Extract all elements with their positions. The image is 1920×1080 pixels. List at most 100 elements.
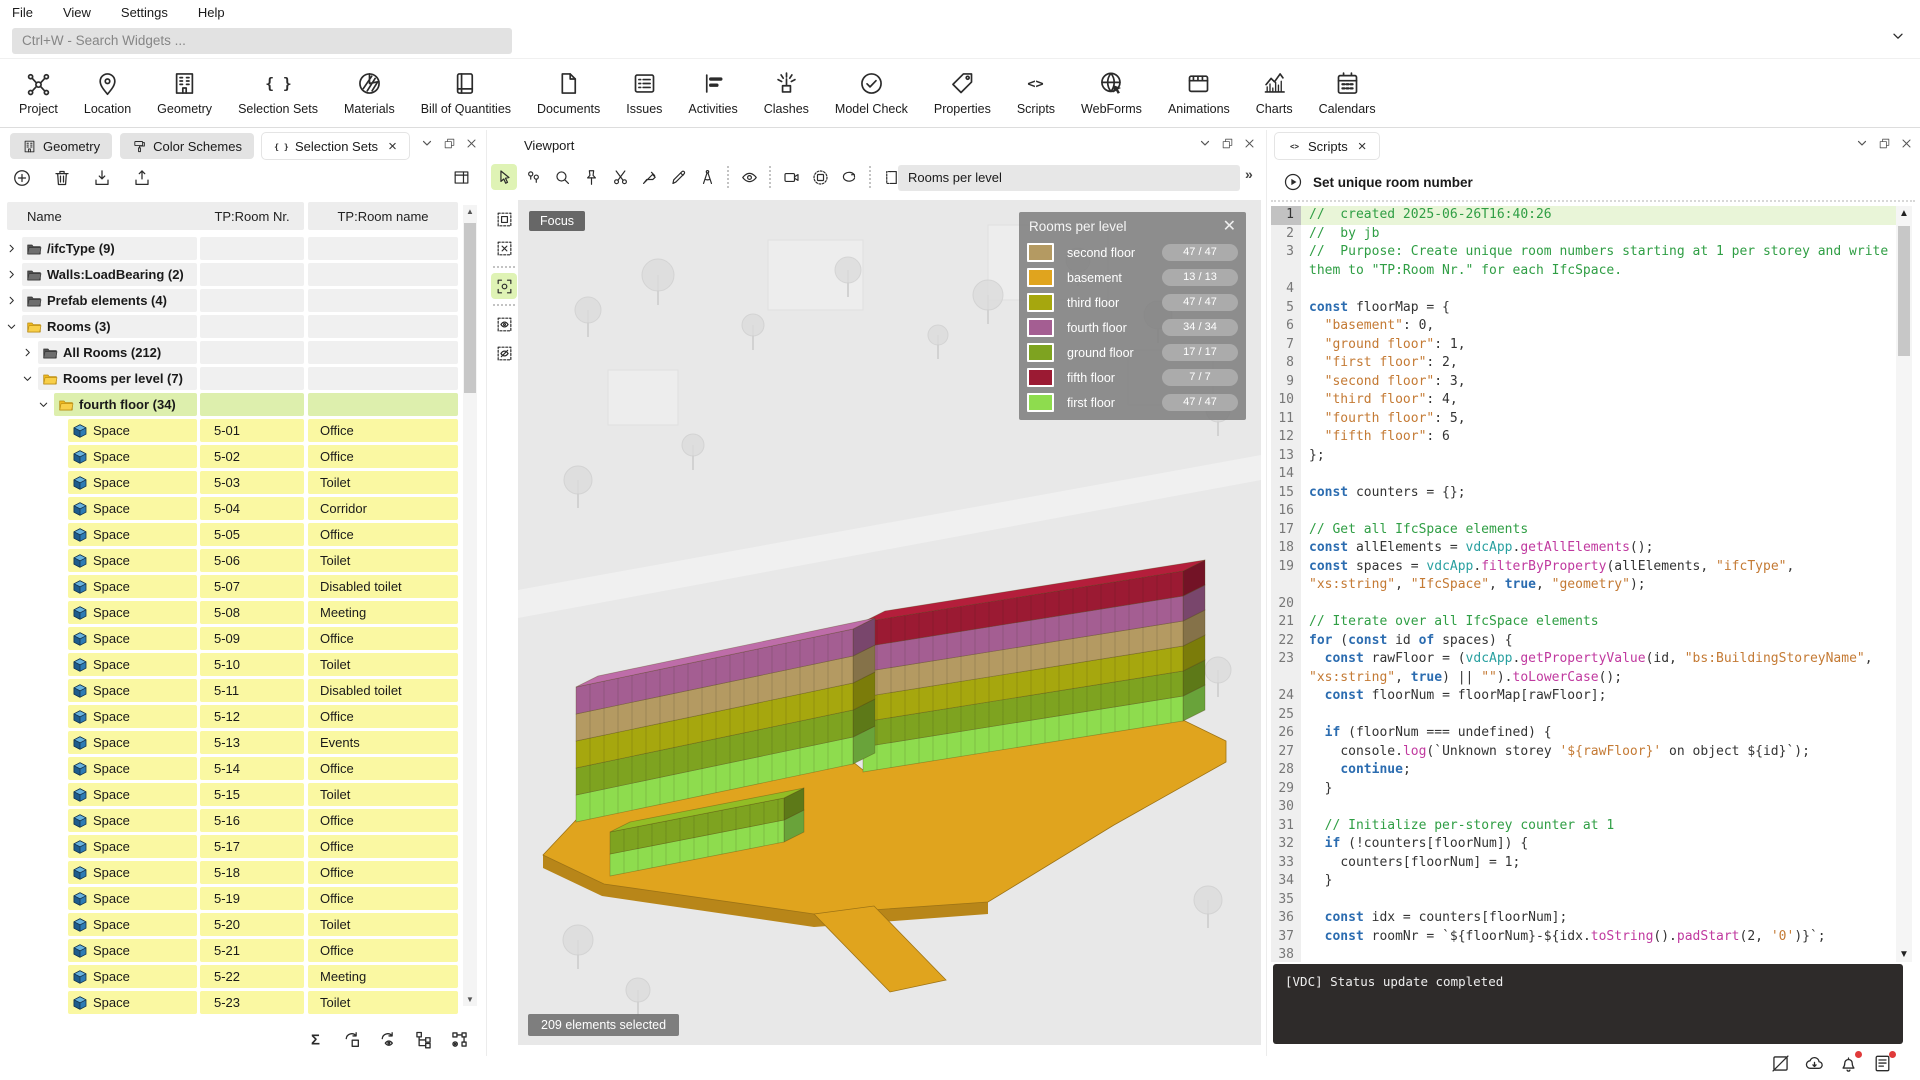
delete-button[interactable]: [52, 168, 72, 188]
legend-swatch[interactable]: [1027, 243, 1054, 262]
room-nr-cell[interactable]: 5-23: [200, 991, 304, 1014]
tree-space-row[interactable]: Space5-01Office: [0, 418, 462, 444]
room-nr-cell[interactable]: [200, 315, 304, 338]
room-name-cell[interactable]: Office: [308, 419, 458, 442]
room-nr-cell[interactable]: 5-03: [200, 471, 304, 494]
toolbar-item-calendars[interactable]: Calendars: [1306, 64, 1389, 122]
room-nr-cell[interactable]: 5-18: [200, 861, 304, 884]
legend-swatch[interactable]: [1027, 293, 1054, 312]
menu-help[interactable]: Help: [198, 5, 225, 20]
room-name-cell[interactable]: Toilet: [308, 549, 458, 572]
toolbar-item-materials[interactable]: Materials: [331, 64, 408, 122]
tree-folder-row[interactable]: fourth floor (34): [0, 392, 462, 418]
tree-space-row[interactable]: Space5-07Disabled toilet: [0, 574, 462, 600]
room-name-cell[interactable]: [308, 237, 458, 260]
room-name-cell[interactable]: Corridor: [308, 497, 458, 520]
tab-scripts[interactable]: <>Scripts×: [1275, 133, 1379, 159]
room-nr-cell[interactable]: 5-08: [200, 601, 304, 624]
tree-space-row[interactable]: Space5-22Meeting: [0, 964, 462, 990]
panel-menu-button[interactable]: [1855, 136, 1869, 150]
legend-swatch[interactable]: [1027, 318, 1054, 337]
room-nr-cell[interactable]: [200, 289, 304, 312]
toolbar-item-geometry[interactable]: Geometry: [144, 64, 225, 122]
toolbar-item-selection-sets[interactable]: { }Selection Sets: [225, 64, 331, 122]
chevron-down-icon[interactable]: [6, 321, 17, 332]
float-panel-button[interactable]: [1878, 137, 1891, 150]
room-nr-cell[interactable]: 5-10: [200, 653, 304, 676]
legend-swatch[interactable]: [1027, 343, 1054, 362]
room-nr-cell[interactable]: 5-15: [200, 783, 304, 806]
legend-row[interactable]: first floor47 / 47: [1019, 390, 1246, 415]
room-name-cell[interactable]: Office: [308, 835, 458, 858]
split-view-button[interactable]: [452, 168, 471, 187]
tree-space-row[interactable]: Space5-17Office: [0, 834, 462, 860]
room-nr-cell[interactable]: 5-06: [200, 549, 304, 572]
toolbar-item-project[interactable]: Project: [6, 64, 71, 122]
menu-file[interactable]: File: [12, 5, 33, 20]
room-name-cell[interactable]: Disabled toilet: [308, 679, 458, 702]
scroll-down-icon[interactable]: ▼: [463, 995, 477, 1004]
tree-space-row[interactable]: Space5-08Meeting: [0, 600, 462, 626]
close-panel-button[interactable]: [1243, 137, 1256, 150]
tree-space-row[interactable]: Space5-18Office: [0, 860, 462, 886]
room-nr-cell[interactable]: 5-17: [200, 835, 304, 858]
room-nr-cell[interactable]: 5-21: [200, 939, 304, 962]
clear-selection-button[interactable]: [491, 235, 517, 261]
tree-folder-row[interactable]: Prefab elements (4): [0, 288, 462, 314]
focus-badge[interactable]: Focus: [529, 211, 585, 231]
room-nr-cell[interactable]: 5-19: [200, 887, 304, 910]
zoom-tool-button[interactable]: [549, 164, 575, 190]
tree-folder-row[interactable]: Rooms per level (7): [0, 366, 462, 392]
toolbar-item-issues[interactable]: Issues: [613, 64, 675, 122]
cloud-sync-button[interactable]: [1804, 1053, 1825, 1074]
marquee-select-button[interactable]: [491, 206, 517, 232]
room-name-cell[interactable]: Office: [308, 809, 458, 832]
room-name-cell[interactable]: Toilet: [308, 471, 458, 494]
export-button[interactable]: [132, 168, 152, 188]
tree-space-row[interactable]: Space5-23Toilet: [0, 990, 462, 1016]
legend-row[interactable]: basement13 / 13: [1019, 265, 1246, 290]
menu-settings[interactable]: Settings: [121, 5, 168, 20]
tree-scrollbar[interactable]: ▲ ▼: [463, 205, 477, 1006]
multi-select-tool-button[interactable]: [520, 164, 546, 190]
close-icon[interactable]: ×: [1358, 138, 1367, 155]
room-nr-cell[interactable]: [200, 263, 304, 286]
room-name-cell[interactable]: Toilet: [308, 913, 458, 936]
add-button[interactable]: [12, 168, 32, 188]
hide-selection-button[interactable]: [491, 340, 517, 366]
toolbar-item-charts[interactable]: Charts: [1243, 64, 1306, 122]
column-header-tp-room-name[interactable]: TP:Room name: [308, 202, 458, 230]
panel-menu-button[interactable]: [420, 136, 434, 150]
toolbar-item-model-check[interactable]: Model Check: [822, 64, 921, 122]
scroll-down-icon[interactable]: ▼: [1896, 949, 1912, 960]
tree-space-row[interactable]: Space5-13Events: [0, 730, 462, 756]
column-header-name[interactable]: Name: [7, 202, 217, 230]
room-nr-cell[interactable]: 5-20: [200, 913, 304, 936]
room-name-cell[interactable]: Office: [308, 445, 458, 468]
toolbar-item-properties[interactable]: Properties: [921, 64, 1004, 122]
chevron-right-icon[interactable]: [6, 269, 17, 280]
toolbar-item-scripts[interactable]: <>Scripts: [1004, 64, 1068, 122]
room-name-cell[interactable]: [308, 393, 458, 416]
room-name-cell[interactable]: Office: [308, 757, 458, 780]
float-panel-button[interactable]: [1221, 137, 1234, 150]
tree-space-row[interactable]: Space5-09Office: [0, 626, 462, 652]
tab-color-schemes[interactable]: Color Schemes: [120, 133, 254, 159]
toolbar-item-animations[interactable]: Animations: [1155, 64, 1243, 122]
room-nr-cell[interactable]: 5-22: [200, 965, 304, 988]
show-selection-button[interactable]: [491, 311, 517, 337]
orbit-tool-button[interactable]: [807, 164, 833, 190]
isolate-nodes-button[interactable]: [449, 1029, 470, 1050]
room-nr-cell[interactable]: 5-05: [200, 523, 304, 546]
room-nr-cell[interactable]: 5-07: [200, 575, 304, 598]
chevron-right-icon[interactable]: [6, 243, 17, 254]
tree-space-row[interactable]: Space5-02Office: [0, 444, 462, 470]
rotate-tool-button[interactable]: [836, 164, 862, 190]
chevron-down-icon[interactable]: [22, 373, 33, 384]
room-nr-cell[interactable]: [200, 393, 304, 416]
legend-row[interactable]: ground floor17 / 17: [1019, 340, 1246, 365]
room-name-cell[interactable]: [308, 341, 458, 364]
tree-space-row[interactable]: Space5-20Toilet: [0, 912, 462, 938]
room-name-cell[interactable]: Events: [308, 731, 458, 754]
panel-menu-button[interactable]: [1198, 136, 1212, 150]
